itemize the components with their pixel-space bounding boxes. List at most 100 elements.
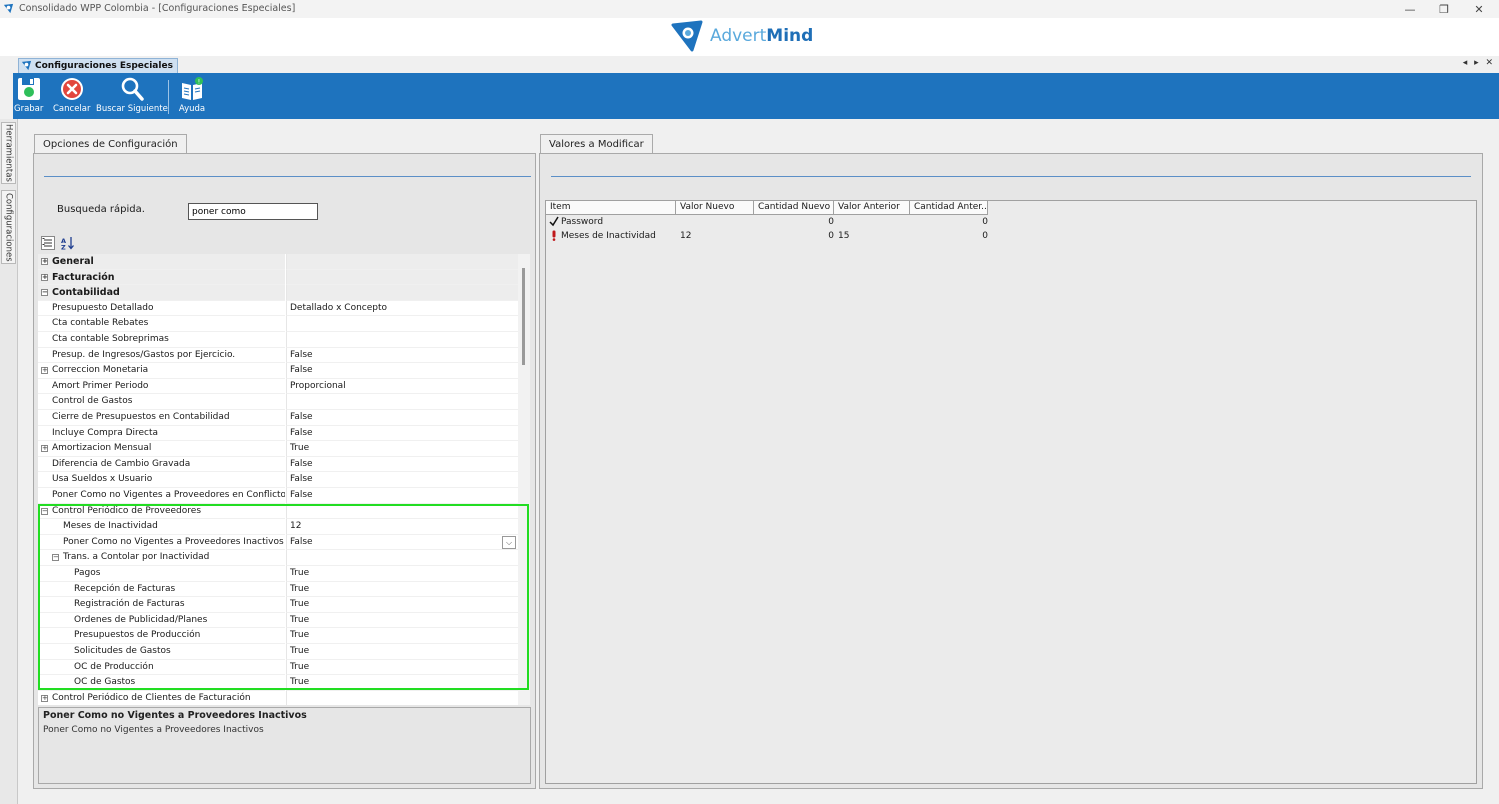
property-value[interactable] [286,332,518,348]
property-value[interactable]: True [286,566,518,582]
property-value[interactable]: False [286,425,518,442]
property-value[interactable]: True [286,612,518,629]
property-row[interactable]: Cta contable Rebates [38,316,518,332]
property-value-text: 12 [290,521,302,532]
property-value[interactable]: True [286,644,518,660]
property-row[interactable]: Amort Primer Periodo Proporcional [38,378,518,395]
cell-item: Meses de Inactividad [561,230,656,241]
property-name-cell: + Facturación [38,269,285,286]
property-row[interactable]: Cierre de Presupuestos en Contabilidad Fa… [38,410,518,426]
property-value[interactable]: True [286,659,518,676]
property-name-cell: Solicitudes de Gastos [38,644,285,660]
minimize-button[interactable]: — [1400,1,1420,17]
chevron-down-icon[interactable]: ⌵ [502,535,516,549]
property-value[interactable]: False [286,488,518,504]
column-header[interactable]: Valor Anterior [834,201,910,215]
tab-navigation[interactable]: ◂ ▸ ✕ [1463,58,1495,68]
property-value[interactable]: Detallado x Concepto [286,300,518,317]
property-value[interactable]: False [286,456,518,473]
property-value[interactable]: Proporcional [286,378,518,395]
scrollbar-thumb[interactable] [522,268,525,365]
expand-icon[interactable]: + [41,445,48,453]
property-value[interactable]: False ⌵ [286,534,518,551]
property-row[interactable]: Diferencia de Cambio Gravada False [38,456,518,473]
property-row[interactable]: Poner Como no Vigentes a Proveedores en … [38,488,518,504]
table-row[interactable]: Password 0 0 [546,216,988,229]
property-name: Recepción de Facturas [74,583,176,594]
expand-icon[interactable]: + [41,273,48,281]
property-value[interactable]: True [286,441,518,457]
column-header[interactable]: Cantidad Nuevo [754,201,834,215]
table-row[interactable]: Meses de Inactividad 12 0 15 0 [546,230,988,243]
property-category[interactable]: − Contabilidad [38,285,518,301]
property-value[interactable] [286,550,518,566]
collapse-icon[interactable]: − [41,289,48,297]
expand-icon[interactable]: + [41,367,48,375]
property-row[interactable]: Presupuesto Detallado Detallado x Concept… [38,300,518,317]
collapse-icon[interactable]: − [52,554,59,562]
property-value[interactable]: True [286,597,518,613]
property-value[interactable]: True [286,675,518,691]
property-row[interactable]: Usa Sueldos x Usuario False [38,472,518,488]
property-row[interactable]: OC de Producción True [38,659,518,676]
expand-icon[interactable]: + [41,694,48,702]
column-header[interactable]: Item [546,201,676,215]
property-row[interactable]: Meses de Inactividad 12 [38,519,518,535]
ayuda-button[interactable]: ! Ayuda [178,76,206,114]
property-row[interactable]: Registración de Facturas True [38,597,518,613]
property-row[interactable]: + Amortizacion Mensual True [38,441,518,457]
property-row[interactable]: Presupuestos de Producción True [38,628,518,644]
categorized-view-icon[interactable] [41,236,55,250]
side-tab-herramientas[interactable]: Herramientas [1,122,16,184]
property-row[interactable]: Presup. de Ingresos/Gastos por Ejercicio… [38,347,518,364]
property-row[interactable]: − Control Periódico de Proveedores [38,503,518,520]
tab-opciones-configuracion[interactable]: Opciones de Configuración [34,134,187,154]
property-row[interactable]: Ordenes de Publicidad/Planes True [38,612,518,629]
property-value-text: True [290,630,310,641]
expand-icon[interactable]: + [41,258,48,265]
side-tab-configuraciones[interactable]: Configuraciones [1,190,16,264]
property-name: Presupuestos de Producción [74,630,201,641]
property-category[interactable]: + Facturación [38,269,518,286]
property-value[interactable]: False [286,363,518,379]
property-row[interactable]: Incluye Compra Directa False [38,425,518,442]
ayuda-label: Ayuda [178,104,206,114]
quick-search-input[interactable] [188,203,318,220]
side-tab-herramientas-label: Herramientas [3,124,14,182]
tab-valores-modificar[interactable]: Valores a Modificar [540,134,653,154]
property-row[interactable]: Poner Como no Vigentes a Proveedores Ina… [38,534,518,551]
restore-button[interactable]: ❐ [1434,1,1454,17]
property-category[interactable]: + General [38,254,518,270]
property-value[interactable] [286,503,518,520]
close-button[interactable]: ✕ [1469,1,1489,17]
property-value[interactable]: True [286,628,518,644]
collapse-icon[interactable]: − [41,507,48,515]
column-header[interactable]: Cantidad Anter... [910,201,988,215]
app-icon [3,3,14,14]
property-row[interactable]: Cta contable Sobreprimas [38,332,518,348]
property-value[interactable]: False [286,410,518,426]
property-value[interactable] [286,394,518,410]
property-row[interactable]: Solicitudes de Gastos True [38,644,518,660]
buscar-siguiente-button[interactable]: Buscar Siguiente [96,76,168,114]
grabar-button[interactable]: Grabar [14,76,43,114]
property-value[interactable]: True [286,581,518,598]
sort-az-icon[interactable]: A Z [60,236,74,250]
property-value[interactable]: False [286,347,518,364]
property-name: Poner Como no Vigentes a Proveedores Ina… [63,536,284,547]
property-row[interactable]: + Correccion Monetaria False [38,363,518,379]
property-value[interactable]: 12 [286,519,518,535]
property-row[interactable]: + Control Periódico de Clientes de Factur… [38,690,518,705]
cancelar-button[interactable]: Cancelar [53,76,91,114]
property-row[interactable]: − Trans. a Contolar por Inactividad [38,550,518,566]
property-row[interactable]: OC de Gastos True [38,675,518,691]
property-row[interactable]: Control de Gastos [38,394,518,410]
document-tab[interactable]: Configuraciones Especiales [18,58,178,73]
column-header[interactable]: Valor Nuevo [676,201,754,215]
property-value[interactable] [286,316,518,332]
property-value-text: True [290,583,310,594]
property-row[interactable]: Recepción de Facturas True [38,581,518,598]
property-value[interactable]: False [286,472,518,488]
property-value[interactable] [286,690,518,705]
property-row[interactable]: Pagos True [38,566,518,582]
